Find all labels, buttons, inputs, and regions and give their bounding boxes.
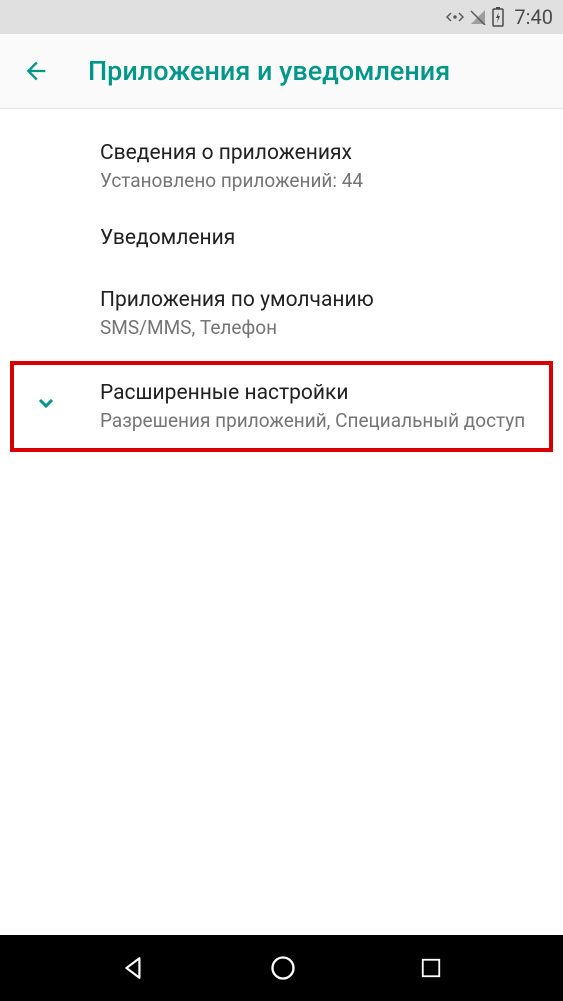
status-bar: 7:40	[0, 0, 563, 34]
item-subtitle: Разрешения приложений, Специальный досту…	[100, 409, 541, 432]
advanced-settings-item[interactable]: Расширенные настройки Разрешения приложе…	[10, 361, 553, 452]
nav-back-button[interactable]	[121, 955, 147, 981]
item-title: Расширенные настройки	[100, 381, 541, 405]
app-header: Приложения и уведомления	[0, 34, 563, 109]
status-time: 7:40	[514, 5, 553, 29]
chevron-down-icon	[34, 391, 58, 419]
item-subtitle: Установлено приложений: 44	[100, 169, 563, 192]
settings-list: Сведения о приложениях Установлено прило…	[0, 109, 563, 452]
item-title: Приложения по умолчанию	[100, 288, 563, 312]
battery-charging-icon	[492, 7, 504, 27]
notifications-item[interactable]: Уведомления	[0, 206, 563, 274]
code-icon	[446, 10, 464, 24]
nav-recent-button[interactable]	[420, 957, 442, 979]
item-subtitle: SMS/MMS, Телефон	[100, 316, 563, 339]
app-info-item[interactable]: Сведения о приложениях Установлено прило…	[0, 127, 563, 206]
back-arrow-icon[interactable]	[22, 57, 50, 85]
item-title: Сведения о приложениях	[100, 141, 563, 165]
signal-off-icon	[470, 9, 486, 25]
nav-home-button[interactable]	[269, 954, 297, 982]
navigation-bar	[0, 935, 563, 1001]
default-apps-item[interactable]: Приложения по умолчанию SMS/MMS, Телефон	[0, 274, 563, 353]
page-title: Приложения и уведомления	[88, 55, 450, 87]
item-title: Уведомления	[100, 226, 563, 250]
